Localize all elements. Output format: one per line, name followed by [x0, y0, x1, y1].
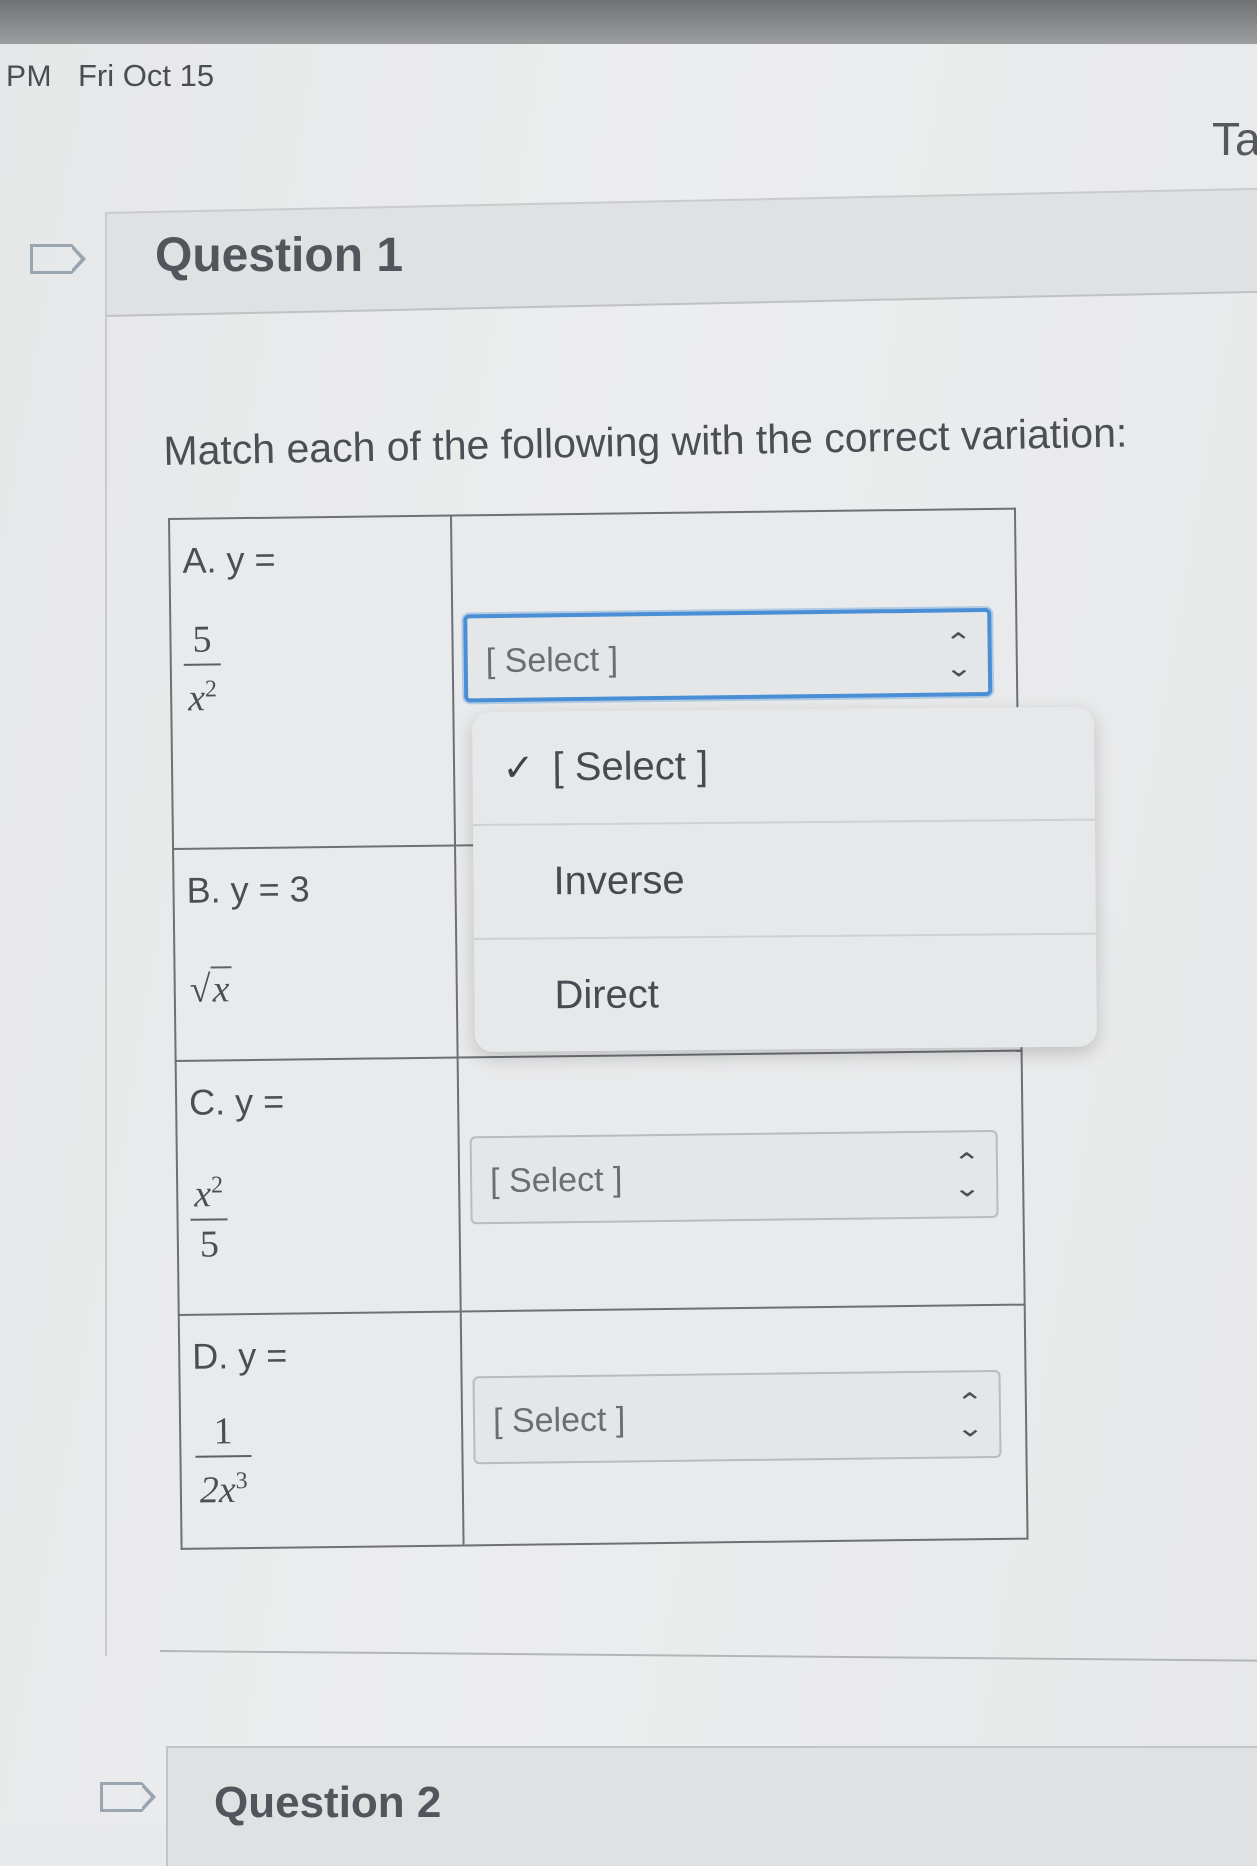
fraction-a-den-exp: 2: [204, 676, 218, 703]
option-label: [ Select ]: [552, 743, 709, 790]
answer-cell-c: [ Select ] ⌃ ⌃: [457, 1050, 1025, 1312]
flag-question-icon[interactable]: [30, 244, 86, 274]
fraction-c-numerator: x2: [190, 1161, 228, 1218]
fraction-d: 1 2x3: [195, 1407, 252, 1514]
option-direct[interactable]: Direct: [474, 935, 1097, 1052]
expression-label-a: A. y =: [182, 538, 276, 581]
fraction-d-den-base: 2x: [199, 1468, 237, 1512]
fraction-d-numerator: 1: [213, 1410, 233, 1453]
status-date: Fri Oct 15: [78, 58, 215, 93]
select-dropdown-c[interactable]: [ Select ] ⌃ ⌃: [469, 1129, 999, 1225]
status-time: PM: [6, 60, 52, 93]
expression-cell-c: C. y = x2 5: [175, 1057, 461, 1315]
fraction-a-den-base: x: [187, 677, 206, 720]
checkmark-icon: ✓: [502, 747, 535, 790]
fraction-d-den-exp: 3: [235, 1468, 248, 1495]
select-dropdown-d[interactable]: [ Select ] ⌃ ⌃: [472, 1369, 1002, 1465]
fraction-a-denominator: x2: [184, 665, 222, 722]
fraction-c-num-exp: 2: [210, 1172, 224, 1199]
option-label: Inverse: [553, 858, 685, 904]
expression-cell-a: A. y = 5 x2: [169, 515, 456, 849]
chevron-updown-icon: ⌃ ⌃: [955, 1387, 985, 1442]
question-2-title: Question 2: [214, 1778, 442, 1827]
select-dropdown-a[interactable]: [ Select ] ⌃ ⌃: [463, 607, 993, 703]
select-c-value: [ Select ]: [489, 1160, 623, 1201]
select-options-menu: ✓ [ Select ] Inverse Direct: [472, 706, 1097, 1052]
select-d-value: [ Select ]: [492, 1400, 626, 1441]
expression-label-c: C. y =: [188, 1080, 285, 1123]
option-select-placeholder[interactable]: ✓ [ Select ]: [472, 706, 1095, 826]
option-inverse[interactable]: Inverse: [472, 820, 1096, 940]
select-a-value: [ Select ]: [485, 640, 619, 681]
chevron-updown-icon: ⌃ ⌃: [944, 627, 974, 682]
flag-question-icon[interactable]: [100, 1782, 156, 1812]
square-root-b: √x: [189, 966, 232, 1012]
fraction-c: x2 5: [190, 1161, 228, 1268]
radicand-b: x: [210, 966, 232, 1011]
fraction-c-denominator: 5: [199, 1223, 220, 1266]
table-row: D. y = 1 2x3 [ Select ] ⌃ ⌃: [178, 1304, 1028, 1549]
expression-cell-b: B. y = 3 √x: [173, 845, 458, 1061]
expression-cell-d: D. y = 1 2x3: [178, 1311, 464, 1549]
question-1-title: Question 1: [155, 229, 404, 282]
tab-title-partial[interactable]: Ta: [1212, 112, 1257, 166]
expression-label-b: B. y = 3: [186, 868, 310, 911]
answer-cell-d: [ Select ] ⌃ ⌃: [460, 1304, 1028, 1546]
table-row: C. y = x2 5 [ Select ] ⌃ ⌃: [175, 1050, 1025, 1315]
fraction-d-denominator: 2x3: [195, 1457, 252, 1514]
fraction-c-num-base: x: [194, 1173, 212, 1216]
option-label: Direct: [554, 972, 660, 1018]
fraction-a: 5 x2: [183, 615, 221, 722]
chevron-updown-icon: ⌃ ⌃: [952, 1147, 982, 1202]
device-top-bezel: [0, 0, 1257, 44]
fraction-a-numerator: 5: [192, 618, 212, 661]
expression-label-d: D. y =: [191, 1334, 288, 1377]
